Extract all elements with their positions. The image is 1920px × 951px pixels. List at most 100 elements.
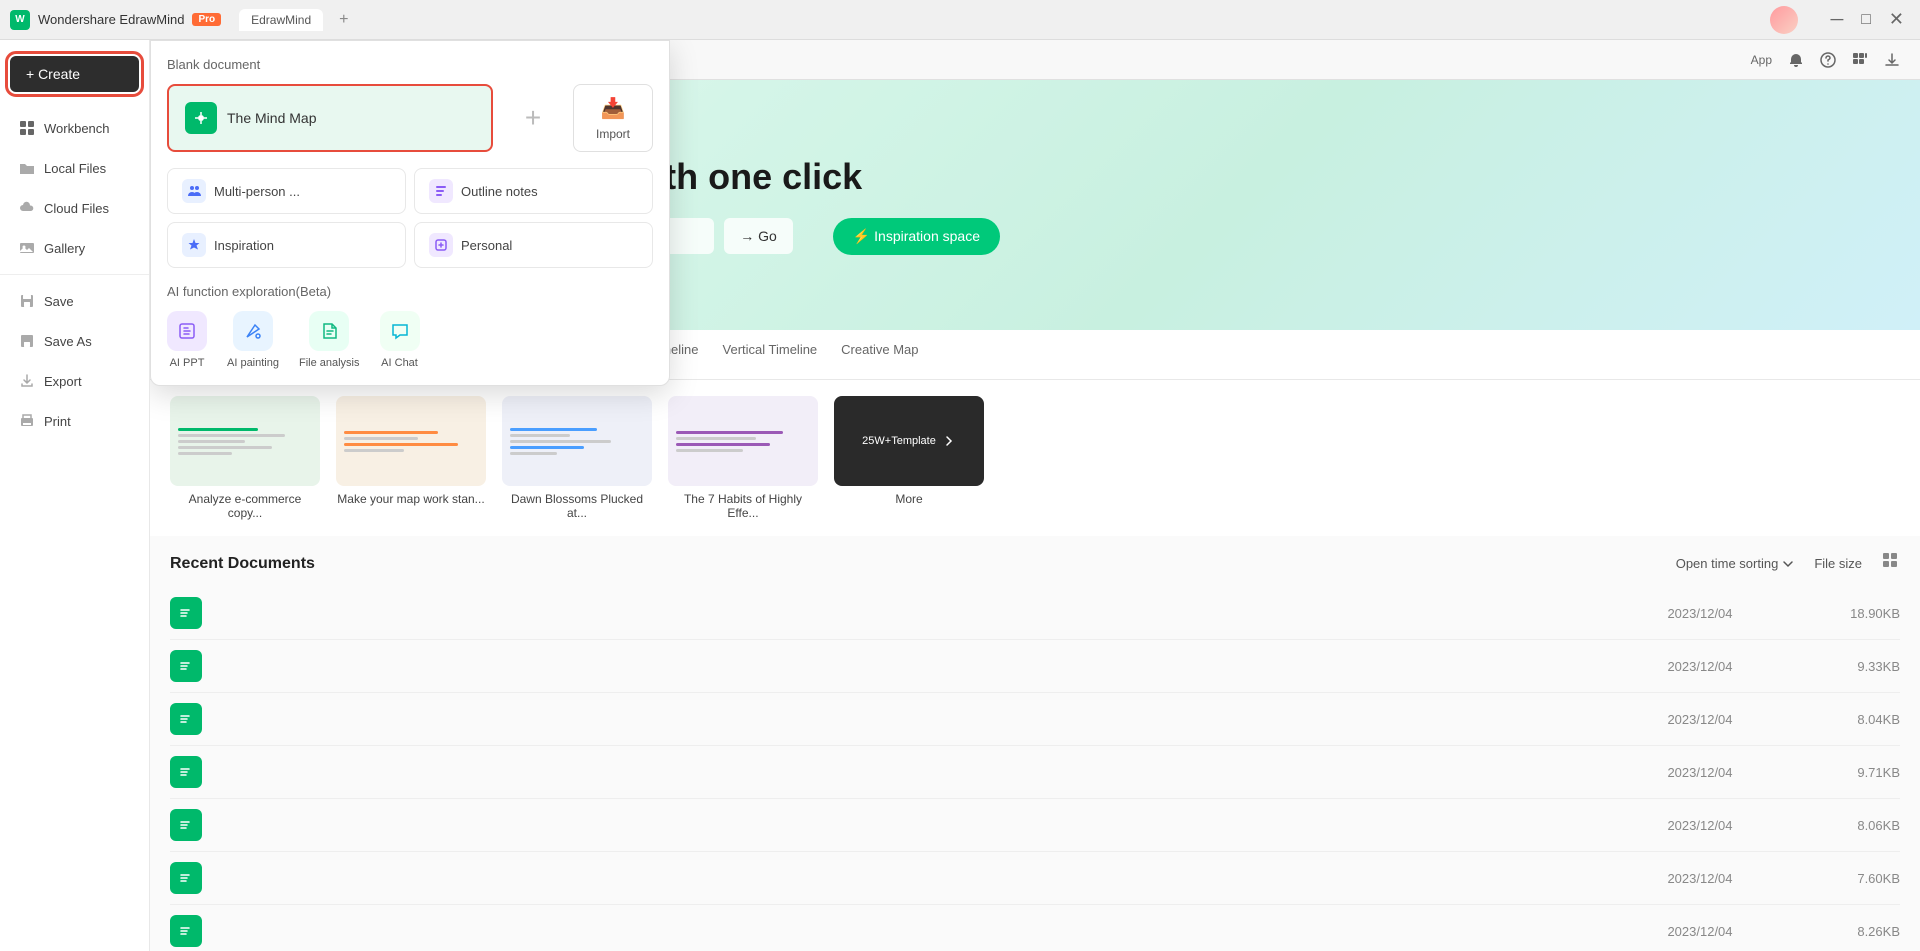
gallery-icon	[18, 239, 36, 257]
close-button[interactable]: ✕	[1883, 7, 1910, 32]
ai-paint-icon	[233, 311, 273, 351]
active-tab[interactable]: EdrawMind	[239, 9, 323, 31]
doc-icon-5	[170, 809, 202, 841]
sidebar-item-gallery[interactable]: Gallery	[4, 229, 145, 267]
sidebar-item-save[interactable]: Save	[4, 282, 145, 320]
doc-icon-1	[170, 597, 202, 629]
doc-date-6: 2023/12/04	[1620, 871, 1780, 886]
doc-icon-4	[170, 756, 202, 788]
recent-doc-row-5[interactable]: 2023/12/04 8.06KB	[170, 799, 1900, 852]
ai-ppt-icon	[167, 311, 207, 351]
save-as-icon	[18, 332, 36, 350]
doc-date-4: 2023/12/04	[1620, 765, 1780, 780]
template-thumb-1	[170, 396, 320, 486]
recent-title: Recent Documents	[170, 555, 315, 573]
pro-badge: Pro	[192, 13, 221, 26]
sidebar-item-save-label: Save	[44, 294, 74, 309]
grid-toggle-button[interactable]	[1882, 552, 1900, 575]
doc-date-2: 2023/12/04	[1620, 659, 1780, 674]
sidebar-item-export[interactable]: Export	[4, 362, 145, 400]
doc-icon-6	[170, 862, 202, 894]
sidebar-item-cloud-files[interactable]: Cloud Files	[4, 189, 145, 227]
sidebar-item-workbench[interactable]: Workbench	[4, 109, 145, 147]
tab-creative-map-label: Creative Map	[841, 342, 918, 357]
doc-date-5: 2023/12/04	[1620, 818, 1780, 833]
download-button[interactable]	[1884, 52, 1900, 68]
template-card-more[interactable]: 25W+Template More	[834, 396, 984, 520]
file-analysis-label: File analysis	[299, 357, 360, 369]
template-card-2[interactable]: Make your map work stan...	[336, 396, 486, 520]
add-blank-button[interactable]: +	[503, 84, 563, 152]
blank-doc-section-title: Blank document	[167, 57, 653, 72]
recent-documents-section: Recent Documents Open time sorting File …	[150, 536, 1920, 951]
create-button[interactable]: + Create	[10, 56, 139, 92]
folder-icon	[18, 159, 36, 177]
maximize-button[interactable]: □	[1855, 9, 1877, 31]
template-card-3[interactable]: Dawn Blossoms Plucked at...	[502, 396, 652, 520]
ai-chat-button[interactable]: AI Chat	[380, 311, 420, 369]
template-thumb-2	[336, 396, 486, 486]
minimize-button[interactable]: ─	[1824, 7, 1849, 32]
recent-doc-row-2[interactable]: 2023/12/04 9.33KB	[170, 640, 1900, 693]
tab-vertical-timeline[interactable]: Vertical Timeline	[723, 342, 818, 367]
import-button[interactable]: 📥 Import	[573, 84, 653, 152]
new-tab-button[interactable]: +	[331, 7, 356, 33]
sort-button[interactable]: Open time sorting	[1676, 556, 1795, 571]
template-name-1: Analyze e-commerce copy...	[170, 492, 320, 520]
tab-vertical-timeline-label: Vertical Timeline	[723, 342, 818, 357]
ai-painting-button[interactable]: AI painting	[227, 311, 279, 369]
template-name-2: Make your map work stan...	[336, 492, 486, 506]
recent-doc-row-4[interactable]: 2023/12/04 9.71KB	[170, 746, 1900, 799]
blank-docs-row: The Mind Map + 📥 Import	[167, 84, 653, 152]
doc-size-3: 8.04KB	[1780, 712, 1900, 727]
file-size-label: File size	[1814, 556, 1862, 571]
template-card-1[interactable]: Analyze e-commerce copy...	[170, 396, 320, 520]
ai-ppt-button[interactable]: AI PPT	[167, 311, 207, 369]
notification-button[interactable]	[1788, 52, 1804, 68]
mind-map-button[interactable]: The Mind Map	[167, 84, 493, 152]
personal-temp-button[interactable]: Personal	[414, 222, 653, 268]
user-avatar	[1770, 6, 1798, 34]
grid-button[interactable]	[1852, 52, 1868, 68]
sidebar-divider-1	[0, 274, 149, 275]
app-button[interactable]: App	[1751, 53, 1772, 67]
sidebar-item-print-label: Print	[44, 414, 71, 429]
sidebar-item-print[interactable]: Print	[4, 402, 145, 440]
doc-size-7: 8.26KB	[1780, 924, 1900, 939]
help-button[interactable]	[1820, 52, 1836, 68]
export-icon	[18, 372, 36, 390]
sidebar-item-save-as[interactable]: Save As	[4, 322, 145, 360]
sidebar-item-local-files[interactable]: Local Files	[4, 149, 145, 187]
sidebar-item-save-as-label: Save As	[44, 334, 92, 349]
inspiration-label: Inspiration	[214, 238, 274, 253]
ai-painting-label: AI painting	[227, 357, 279, 369]
template-card-4[interactable]: The 7 Habits of Highly Effe...	[668, 396, 818, 520]
import-label: Import	[596, 127, 630, 141]
recent-doc-row-7[interactable]: 2023/12/04 8.26KB	[170, 905, 1900, 951]
cloud-icon	[18, 199, 36, 217]
window-controls: ─ □ ✕	[1770, 6, 1910, 34]
recent-controls: Open time sorting File size	[1676, 552, 1900, 575]
recent-doc-row-6[interactable]: 2023/12/04 7.60KB	[170, 852, 1900, 905]
outline-notes-button[interactable]: Outline notes	[414, 168, 653, 214]
personal-temp-label: Personal	[461, 238, 512, 253]
recent-doc-row-1[interactable]: 2023/12/04 18.90KB	[170, 587, 1900, 640]
multi-person-button[interactable]: Multi-person ...	[167, 168, 406, 214]
sidebar-item-workbench-label: Workbench	[44, 121, 110, 136]
doc-icon-3	[170, 703, 202, 735]
recent-doc-row-3[interactable]: 2023/12/04 8.04KB	[170, 693, 1900, 746]
template-name-more: More	[834, 492, 984, 506]
go-button[interactable]: → Go	[724, 218, 793, 254]
inspiration-space-button[interactable]: ⚡ Inspiration space	[833, 218, 1000, 255]
print-icon	[18, 412, 36, 430]
app-container: + Create Workbench Local Files Cloud Fil…	[0, 40, 1920, 951]
doc-size-6: 7.60KB	[1780, 871, 1900, 886]
file-analysis-button[interactable]: File analysis	[299, 311, 360, 369]
sidebar-item-cloud-files-label: Cloud Files	[44, 201, 109, 216]
sidebar-item-gallery-label: Gallery	[44, 241, 85, 256]
inspiration-icon	[182, 233, 206, 257]
multi-person-icon	[182, 179, 206, 203]
tab-creative-map[interactable]: Creative Map	[841, 342, 918, 367]
doc-size-4: 9.71KB	[1780, 765, 1900, 780]
inspiration-button[interactable]: Inspiration	[167, 222, 406, 268]
